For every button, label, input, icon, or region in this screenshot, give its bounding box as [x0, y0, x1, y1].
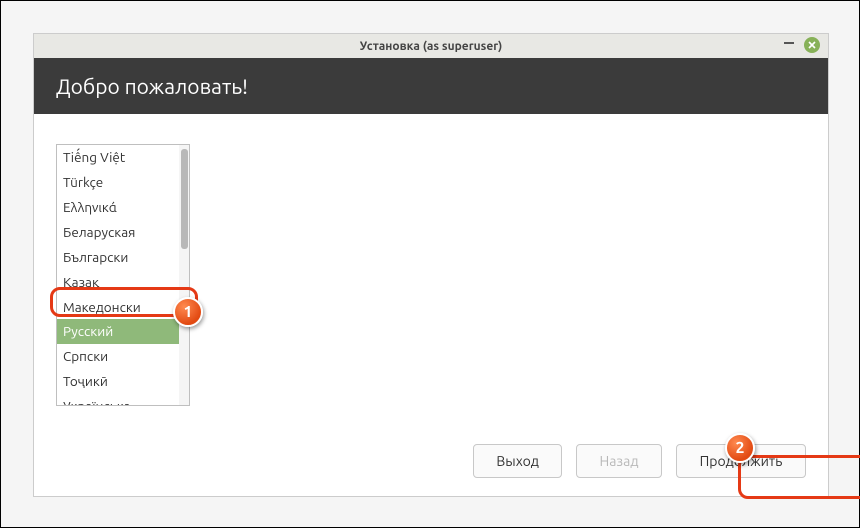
- back-button-label: Назад: [599, 453, 638, 469]
- language-item[interactable]: Тоҷикӣ: [57, 369, 189, 394]
- content-area: Tiếng ViệtTürkçeΕλληνικάБеларускаяБългар…: [34, 114, 828, 496]
- continue-button-label: Продолжить: [700, 453, 783, 469]
- language-item[interactable]: Беларуская: [57, 220, 189, 245]
- language-item[interactable]: Македонски: [57, 295, 189, 320]
- language-item[interactable]: Русский: [57, 319, 189, 344]
- page-header: Добро пожаловать!: [34, 58, 828, 114]
- page-title: Добро пожаловать!: [56, 74, 248, 98]
- close-button[interactable]: [804, 37, 820, 53]
- language-item[interactable]: Українська: [57, 394, 189, 405]
- continue-button[interactable]: Продолжить: [676, 444, 806, 478]
- minimize-button[interactable]: [784, 42, 794, 44]
- scrollbar-track: [179, 145, 189, 405]
- scrollbar-thumb[interactable]: [181, 149, 188, 249]
- close-icon: [807, 40, 817, 50]
- back-button: Назад: [576, 444, 662, 478]
- screenshot-frame: Установка (as superuser) Добро пожаловат…: [0, 0, 860, 528]
- language-item[interactable]: Қазақ: [57, 270, 189, 295]
- language-item[interactable]: Türkçe: [57, 170, 189, 195]
- titlebar: Установка (as superuser): [34, 34, 828, 58]
- language-item[interactable]: Ελληνικά: [57, 195, 189, 220]
- language-listbox[interactable]: Tiếng ViệtTürkçeΕλληνικάБеларускаяБългар…: [56, 144, 190, 406]
- exit-button-label: Выход: [496, 453, 539, 469]
- language-item[interactable]: Tiếng Việt: [57, 145, 189, 170]
- window-title: Установка (as superuser): [360, 40, 503, 53]
- language-item[interactable]: Српски: [57, 344, 189, 369]
- footer-buttons: Выход Назад Продолжить: [473, 444, 806, 478]
- language-item[interactable]: Български: [57, 245, 189, 270]
- installer-window: Установка (as superuser) Добро пожаловат…: [33, 33, 829, 497]
- exit-button[interactable]: Выход: [473, 444, 562, 478]
